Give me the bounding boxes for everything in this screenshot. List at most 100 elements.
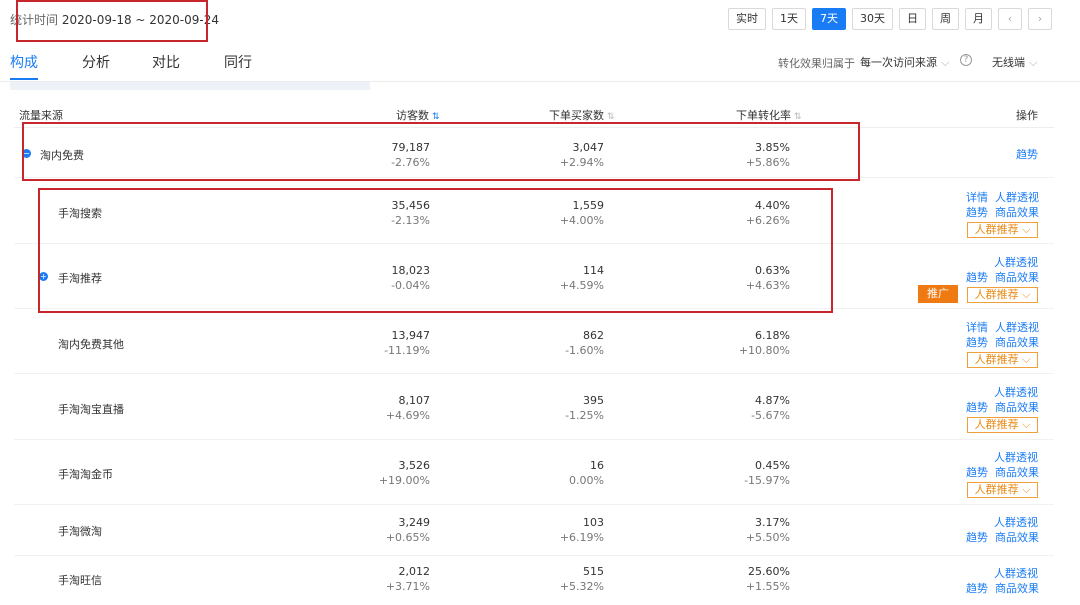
range-button-month[interactable]: 月: [965, 8, 992, 30]
trend-link[interactable]: 趋势: [966, 582, 988, 595]
range-button-30day[interactable]: 30天: [852, 8, 893, 30]
product-effect-link[interactable]: 商品效果: [995, 401, 1039, 414]
rate-cell: 0.45% -15.97%: [744, 459, 790, 487]
visitors-cell: 13,947 -11.19%: [384, 329, 430, 357]
crowd-recommend-button[interactable]: 人群推荐 ⌵: [967, 352, 1038, 368]
tab-compare[interactable]: 对比: [152, 52, 180, 72]
source-name: 手淘搜索: [58, 207, 102, 220]
source-name: 手淘微淘: [58, 525, 102, 538]
attribution-select[interactable]: 每一次访问来源 ⌵: [860, 54, 949, 70]
source-name: 手淘淘金币: [58, 468, 113, 481]
chevron-down-icon: ⌵: [941, 56, 950, 69]
tab-composition[interactable]: 构成: [10, 52, 38, 72]
buyers-cell: 515 +5.32%: [559, 565, 604, 593]
product-effect-link[interactable]: 商品效果: [995, 206, 1039, 219]
buyers-cell: 395 -1.25%: [565, 394, 604, 422]
expand-icon[interactable]: +: [39, 272, 48, 281]
buyers-cell: 103 +6.19%: [559, 516, 604, 544]
product-effect-link[interactable]: 商品效果: [995, 466, 1039, 479]
buyers-cell: 862 -1.60%: [565, 329, 604, 357]
source-name: 手淘淘宝直播: [58, 403, 124, 416]
trend-link[interactable]: 趋势: [966, 401, 988, 414]
date-range-value: 2020-09-18 ~ 2020-09-24: [61, 13, 220, 27]
crowd-recommend-button[interactable]: 人群推荐 ⌵: [967, 287, 1038, 303]
row-actions: 人群透视 趋势 商品效果: [966, 566, 1039, 596]
range-button-day[interactable]: 日: [899, 8, 926, 30]
col-visitors-label: 访客数: [396, 109, 429, 122]
rate-cell: 3.85% +5.86%: [745, 141, 790, 169]
sort-icon: ⇅: [432, 112, 440, 122]
device-value: 无线端: [992, 56, 1025, 69]
table-row: 手淘旺信 2,012 +3.71% 515 +5.32% 25.60% +1.55% …: [14, 557, 1054, 605]
tab-peers[interactable]: 同行: [224, 52, 252, 72]
next-icon[interactable]: ›: [1028, 8, 1052, 30]
col-actions: 操作: [1016, 109, 1038, 122]
visitors-cell: 18,023 -0.04%: [391, 264, 430, 292]
tab-analysis[interactable]: 分析: [82, 52, 110, 72]
product-effect-link[interactable]: 商品效果: [995, 336, 1039, 349]
table-row: 手淘微淘 3,249 +0.65% 103 +6.19% 3.17% +5.50% 人…: [14, 506, 1054, 556]
visitors-cell: 35,456 -2.13%: [391, 199, 430, 227]
row-actions: 人群透视 趋势 商品效果: [966, 515, 1039, 545]
crowd-view-link[interactable]: 人群透视: [994, 386, 1038, 399]
row-actions: 人群透视 趋势 商品效果 人群推荐 ⌵: [966, 450, 1039, 498]
crowd-view-link[interactable]: 人群透视: [994, 567, 1038, 580]
trend-link[interactable]: 趋势: [966, 531, 988, 544]
range-buttons: 实时 1天 7天 30天 日 周 月 ‹ ›: [728, 8, 1052, 30]
range-button-7day[interactable]: 7天: [812, 8, 846, 30]
rate-cell: 4.87% -5.67%: [751, 394, 790, 422]
crowd-recommend-button[interactable]: 人群推荐 ⌵: [967, 222, 1038, 238]
col-visitors[interactable]: 访客数 ⇅: [396, 107, 440, 123]
buyers-cell: 3,047 +2.94%: [559, 141, 604, 169]
visitors-cell: 3,249 +0.65%: [385, 516, 430, 544]
rate-cell: 4.40% +6.26%: [745, 199, 790, 227]
date-range-label: 统计时间: [10, 13, 59, 27]
source-name: 手淘推荐: [58, 272, 102, 285]
table-row: 手淘搜索 35,456 -2.13% 1,559 +4.00% 4.40% +6.26…: [14, 180, 1054, 244]
col-buyers[interactable]: 下单买家数 ⇅: [549, 107, 615, 123]
source-name: 淘内免费: [40, 149, 84, 162]
crowd-view-link[interactable]: 人群透视: [994, 516, 1038, 529]
help-icon[interactable]: ?: [960, 54, 972, 66]
table-row: 淘内免费其他 13,947 -11.19% 862 -1.60% 6.18% +10.…: [14, 310, 1054, 374]
detail-link[interactable]: 详情: [966, 191, 988, 204]
detail-link[interactable]: 详情: [966, 321, 988, 334]
promo-button[interactable]: 推广: [918, 285, 958, 303]
attribution-value: 每一次访问来源: [860, 56, 937, 69]
collapse-icon[interactable]: −: [22, 149, 31, 158]
trend-link[interactable]: 趋势: [1016, 148, 1038, 161]
crowd-recommend-button[interactable]: 人群推荐 ⌵: [967, 417, 1038, 433]
table-row: 手淘淘金币 3,526 +19.00% 16 0.00% 0.45% -15.97% …: [14, 441, 1054, 505]
table-header: 流量来源 访客数 ⇅ 下单买家数 ⇅ 下单转化率 ⇅ 操作: [14, 100, 1054, 128]
trend-link[interactable]: 趋势: [966, 336, 988, 349]
crowd-view-link[interactable]: 人群透视: [994, 256, 1038, 269]
range-button-week[interactable]: 周: [932, 8, 959, 30]
trend-link[interactable]: 趋势: [966, 466, 988, 479]
rate-cell: 0.63% +4.63%: [745, 264, 790, 292]
product-effect-link[interactable]: 商品效果: [995, 531, 1039, 544]
prev-icon[interactable]: ‹: [998, 8, 1022, 30]
trend-link[interactable]: 趋势: [966, 206, 988, 219]
crowd-view-link[interactable]: 人群透视: [994, 451, 1038, 464]
device-select[interactable]: 无线端 ⌵: [992, 54, 1037, 70]
row-actions: 人群透视 趋势 商品效果 人群推荐 ⌵: [966, 255, 1039, 303]
col-buyers-label: 下单买家数: [549, 109, 604, 122]
buyers-cell: 16 0.00%: [569, 459, 604, 487]
row-actions: 详情 人群透视 趋势 商品效果 人群推荐 ⌵: [966, 320, 1039, 368]
product-effect-link[interactable]: 商品效果: [995, 582, 1039, 595]
trend-link[interactable]: 趋势: [966, 271, 988, 284]
col-rate[interactable]: 下单转化率 ⇅: [736, 107, 802, 123]
active-tab-underline: [10, 78, 38, 80]
row-actions: 详情 人群透视 趋势 商品效果 人群推荐 ⌵: [966, 190, 1039, 238]
tabs-row: 构成 分析 对比 同行 转化效果归属于 每一次访问来源 ⌵ ? 无线端 ⌵: [0, 40, 1080, 82]
buyers-cell: 114 +4.59%: [559, 264, 604, 292]
crowd-view-link[interactable]: 人群透视: [995, 321, 1039, 334]
range-button-realtime[interactable]: 实时: [728, 8, 766, 30]
table-row: 手淘淘宝直播 8,107 +4.69% 395 -1.25% 4.87% -5.67%…: [14, 375, 1054, 440]
crowd-view-link[interactable]: 人群透视: [995, 191, 1039, 204]
crowd-recommend-button[interactable]: 人群推荐 ⌵: [967, 482, 1038, 498]
source-name: 淘内免费其他: [58, 338, 124, 351]
range-button-1day[interactable]: 1天: [772, 8, 806, 30]
product-effect-link[interactable]: 商品效果: [995, 271, 1039, 284]
source-name: 手淘旺信: [58, 574, 102, 587]
